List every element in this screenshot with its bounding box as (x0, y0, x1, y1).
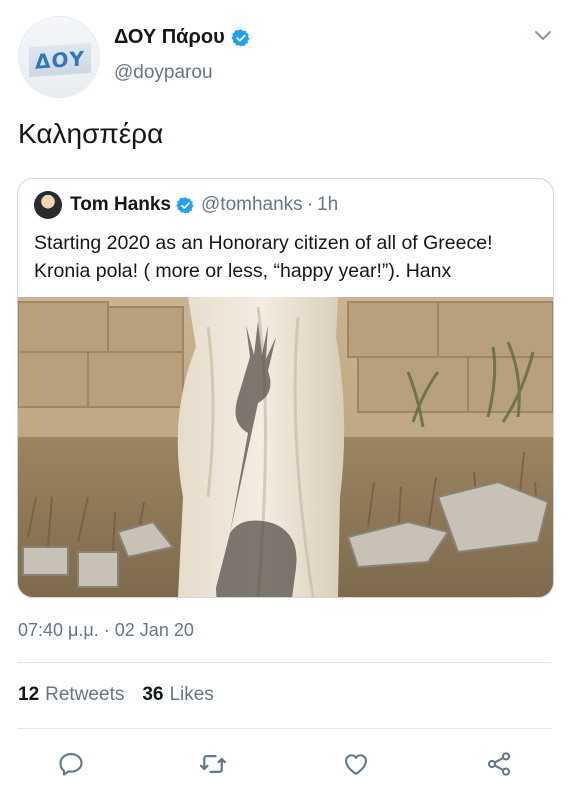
tweet-action-bar (0, 744, 570, 784)
chevron-down-icon[interactable] (534, 30, 552, 42)
quoted-tweet-card[interactable]: Tom Hanks @tomhanks · 1h Starting 2020 a… (17, 178, 554, 598)
divider (18, 662, 552, 663)
author-name-row: ΔΟΥ Πάρου (114, 26, 251, 49)
retweet-button[interactable] (193, 744, 233, 784)
quoted-tweet-text: Starting 2020 as an Honorary citizen of … (34, 232, 493, 282)
quoted-tweet-time: 1h (317, 194, 339, 215)
retweets-stat[interactable]: 12 Retweets (18, 684, 124, 706)
photo-illustration (18, 297, 553, 597)
author-name[interactable]: ΔΟΥ Πάρου (114, 26, 225, 49)
verified-badge-icon (176, 196, 194, 214)
avatar[interactable]: ΔΟΥ (18, 16, 100, 98)
verified-badge-icon (231, 28, 250, 47)
share-button[interactable] (479, 744, 519, 784)
author-handle[interactable]: @doyparou (114, 62, 213, 84)
heart-icon (345, 754, 367, 775)
quoted-tweet-photo[interactable] (18, 297, 553, 597)
quoted-author-handle: @tomhanks (201, 194, 303, 215)
likes-count: 36 (142, 684, 164, 705)
likes-label: Likes (169, 684, 214, 705)
tweet-header: ΔΟΥ ΔΟΥ Πάρου @doyparou (18, 16, 554, 98)
retweet-icon (200, 755, 226, 773)
quoted-author-name: Tom Hanks (70, 194, 172, 215)
tweet-stats: 12 Retweets 36 Likes (18, 684, 214, 706)
tweet-timestamp[interactable]: 07:40 μ.μ. · 02 Jan 20 (18, 620, 194, 641)
avatar-logo-text: ΔΟΥ (29, 42, 91, 78)
retweets-count: 12 (18, 684, 40, 705)
retweets-label: Retweets (45, 684, 125, 705)
like-button[interactable] (336, 744, 376, 784)
likes-stat[interactable]: 36 Likes (142, 684, 214, 706)
quoted-tweet-header: Tom Hanks @tomhanks · 1h (34, 191, 338, 219)
separator-dot: · (306, 194, 314, 215)
quoted-author-avatar (34, 191, 62, 219)
reply-button[interactable] (51, 744, 91, 784)
tweet-text: Καλησπέρα (18, 118, 164, 149)
divider (18, 728, 552, 729)
reply-icon (59, 753, 83, 776)
share-icon (487, 752, 511, 776)
